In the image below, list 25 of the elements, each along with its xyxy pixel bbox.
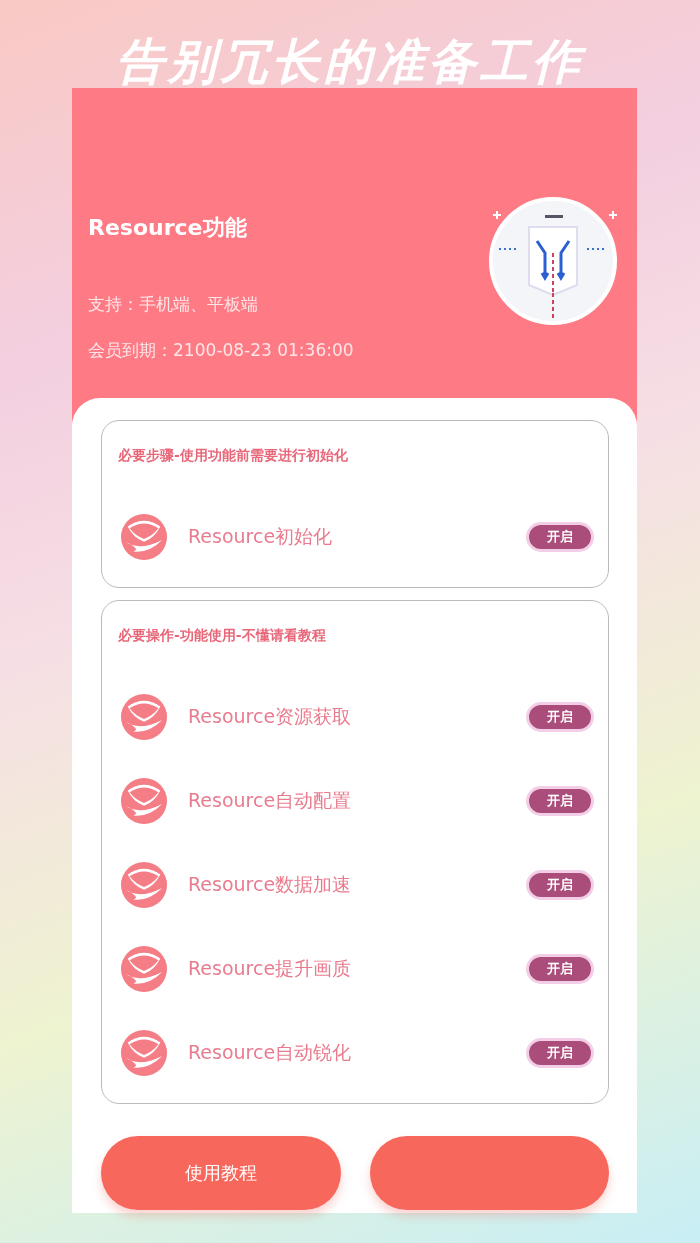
feature-label: Resource数据加速 (188, 872, 353, 897)
feature-label: Resource提升画质 (188, 956, 353, 981)
action-button[interactable]: 使用教程 (101, 1136, 341, 1210)
bird-logo-icon (120, 693, 168, 741)
bird-logo-icon (120, 1029, 168, 1077)
feature-label: Resource资源获取 (188, 704, 353, 729)
action-button[interactable] (369, 1136, 609, 1210)
bird-logo-icon (120, 945, 168, 993)
feature-label: Resource初始化 (188, 524, 334, 549)
bird-logo-icon (120, 777, 168, 825)
section-title: 必要操作-功能使用-不懂请看教程 (118, 627, 327, 645)
section-title: 必要步骤-使用功能前需要进行初始化 (118, 447, 349, 465)
bird-logo-icon (120, 861, 168, 909)
enable-button[interactable]: 开启 (526, 954, 594, 984)
enable-button[interactable]: 开启 (526, 870, 594, 900)
bird-logo-icon (120, 513, 168, 561)
feature-label: Resource自动锐化 (188, 1040, 353, 1065)
support-text: 支持：手机端、平板端 (88, 293, 259, 316)
enable-button[interactable]: 开启 (526, 522, 594, 552)
feature-title: Resource功能 (88, 214, 248, 242)
enable-button[interactable]: 开启 (526, 1038, 594, 1068)
enable-button[interactable]: 开启 (526, 786, 594, 816)
feature-label: Resource自动配置 (188, 788, 353, 813)
expiry-text: 会员到期：2100-08-23 01:36:00 (88, 339, 354, 362)
enable-button[interactable]: 开启 (526, 702, 594, 732)
